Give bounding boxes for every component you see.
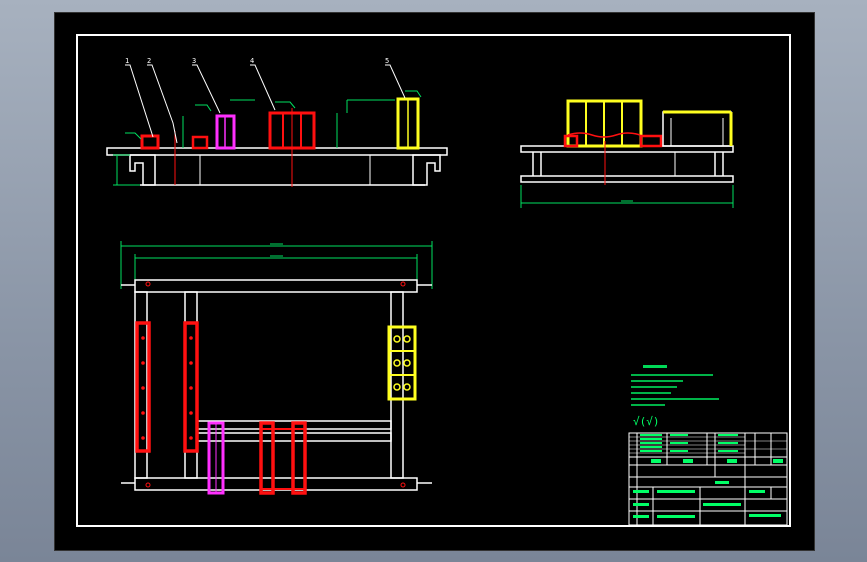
part-number-label: 5 (385, 57, 389, 65)
side-white-frame (662, 111, 732, 147)
front-view (106, 64, 448, 187)
plan-top-rail (134, 279, 418, 293)
front-leaders (125, 64, 406, 144)
side-view (520, 99, 734, 208)
side-base-bottom (520, 175, 734, 183)
front-right-channel (412, 154, 441, 186)
part2-block (191, 135, 209, 150)
plan-dims (120, 241, 433, 289)
plan-hole-br (400, 482, 406, 488)
surface-finish-symbol: √(√) (633, 415, 660, 428)
plan-right-rail (390, 291, 404, 479)
plan-view (120, 241, 433, 495)
plan-hole-bl (145, 482, 151, 488)
side-red-block-r (639, 134, 663, 148)
plan-hole-tr (400, 281, 406, 287)
cad-drawing-canvas: √(√) 1 2 3 4 5 (76, 34, 791, 527)
front-left-channel (129, 154, 156, 186)
part1-block (140, 134, 160, 150)
title-block-text (633, 434, 783, 518)
plan-yellow-holes (393, 335, 411, 391)
plan-hole-tl (145, 281, 151, 287)
technical-notes (631, 365, 719, 406)
side-dim (520, 185, 734, 208)
cad-viewport[interactable]: √(√) 1 2 3 4 5 (0, 0, 867, 562)
plan-yellow-block (387, 325, 417, 401)
part-number-label: 4 (250, 57, 254, 65)
part-number-label: 2 (147, 57, 151, 65)
part-number-label: 3 (192, 57, 196, 65)
drawing-sheet: √(√) 1 2 3 4 5 (54, 12, 815, 551)
part-number-label: 1 (125, 57, 129, 65)
